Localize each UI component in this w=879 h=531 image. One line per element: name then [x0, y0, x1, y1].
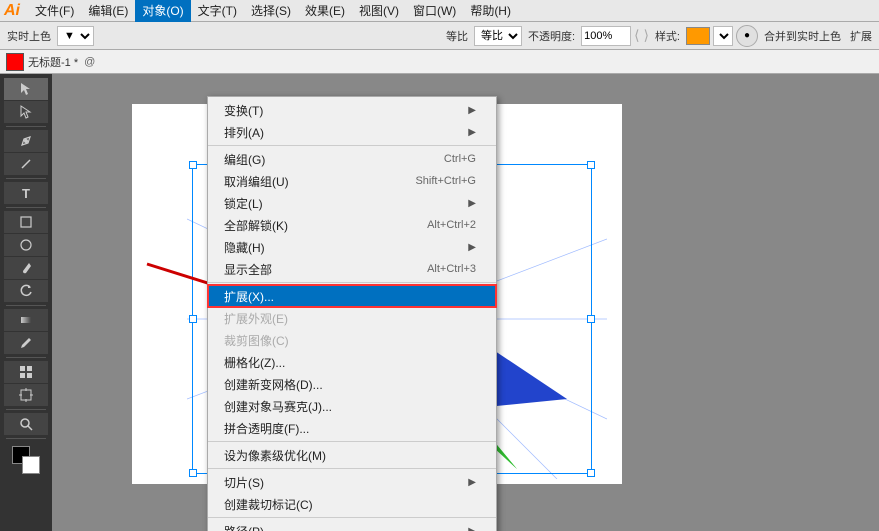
- tool-sep-3: [6, 207, 46, 208]
- rotate-tool-btn[interactable]: [4, 280, 48, 302]
- proportion-label: 等比: [443, 28, 471, 44]
- object-menu: 变换(T) ▶ 排列(A) ▶ 编组(G) Ctrl+G 取消编组(U: [207, 96, 497, 531]
- menu-select[interactable]: 选择(S): [244, 0, 298, 22]
- artboard-tool-btn[interactable]: [4, 384, 48, 406]
- direct-select-btn[interactable]: [4, 101, 48, 123]
- menu-lock[interactable]: 锁定(L) ▶: [208, 192, 496, 214]
- secondary-toolbar: 无标题-1 * @: [0, 50, 879, 74]
- style-label: 样式:: [652, 28, 683, 44]
- menu-ungroup[interactable]: 取消编组(U) Shift+Ctrl+G: [208, 170, 496, 192]
- menu-transform[interactable]: 变换(T) ▶: [208, 99, 496, 121]
- menu-trim-marks[interactable]: 创建裁切标记(C): [208, 493, 496, 515]
- menu-arrange[interactable]: 排列(A) ▶: [208, 121, 496, 143]
- menu-hide[interactable]: 隐藏(H) ▶: [208, 236, 496, 258]
- menu-pixel-perfect[interactable]: 设为像素级优化(M): [208, 444, 496, 466]
- brush-tool-btn[interactable]: [4, 257, 48, 279]
- tool-sep-6: [6, 409, 46, 410]
- eyedropper-tool-btn[interactable]: [4, 332, 48, 354]
- menu-create-mosaic[interactable]: 创建对象马赛克(J)...: [208, 395, 496, 417]
- expand-right-label: 扩展: [847, 28, 875, 44]
- tool-sep-1: [6, 126, 46, 127]
- menu-expand-appearance[interactable]: 扩展外观(E): [208, 307, 496, 329]
- menu-unlock-all[interactable]: 全部解锁(K) Alt+Ctrl+2: [208, 214, 496, 236]
- gradient-tool-btn[interactable]: [4, 309, 48, 331]
- menu-group-3: 扩展(X)... 扩展外观(E) 裁剪图像(C) 栅格化(Z)... 创建新变网…: [208, 283, 496, 442]
- color-label: 实时上色: [4, 28, 54, 44]
- menu-view[interactable]: 视图(V): [352, 0, 406, 22]
- grid-tool-btn[interactable]: [4, 361, 48, 383]
- tab-close[interactable]: @: [84, 56, 95, 68]
- menu-help[interactable]: 帮助(H): [463, 0, 518, 22]
- menu-slice[interactable]: 切片(S) ▶: [208, 471, 496, 493]
- menu-group-1: 变换(T) ▶ 排列(A) ▶: [208, 97, 496, 146]
- menu-rasterize[interactable]: 栅格化(Z)...: [208, 351, 496, 373]
- canvas-area: 变换(T) ▶ 排列(A) ▶ 编组(G) Ctrl+G 取消编组(U: [52, 74, 879, 531]
- color-swatches[interactable]: [12, 446, 40, 474]
- main-toolbar: 实时上色 ▼ 等比 等比 不透明度: ⟨ ⟩ 样式: ▼ ● 合并到实时上色 扩…: [0, 22, 879, 50]
- live-color-swatch[interactable]: [6, 53, 24, 71]
- menu-type[interactable]: 文字(T): [191, 0, 244, 22]
- menu-crop-image[interactable]: 裁剪图像(C): [208, 329, 496, 351]
- ai-logo: Ai: [4, 2, 20, 20]
- menu-create-gradient-mesh[interactable]: 创建新变网格(D)...: [208, 373, 496, 395]
- color-select[interactable]: ▼: [57, 26, 94, 46]
- options-btn[interactable]: ●: [736, 25, 758, 47]
- tool-sep-5: [6, 357, 46, 358]
- menu-file[interactable]: 文件(F): [28, 0, 81, 22]
- tool-sep-2: [6, 178, 46, 179]
- rect-tool-btn[interactable]: [4, 211, 48, 233]
- main-area: T: [0, 74, 879, 531]
- pencil-tool-btn[interactable]: [4, 153, 48, 175]
- proportion-select[interactable]: 等比: [474, 26, 522, 46]
- menu-show-all[interactable]: 显示全部 Alt+Ctrl+3: [208, 258, 496, 280]
- zoom-tool-btn[interactable]: [4, 413, 48, 435]
- ellipse-tool-btn[interactable]: [4, 234, 48, 256]
- file-tab[interactable]: 无标题-1 *: [28, 54, 78, 70]
- menu-effect[interactable]: 效果(E): [298, 0, 352, 22]
- menu-group-4: 设为像素级优化(M): [208, 442, 496, 469]
- menu-group-2: 编组(G) Ctrl+G 取消编组(U) Shift+Ctrl+G 锁定(L) …: [208, 146, 496, 283]
- menu-expand[interactable]: 扩展(X)...: [208, 285, 496, 307]
- expand-label: 合并到实时上色: [761, 28, 844, 44]
- tool-sep-4: [6, 305, 46, 306]
- menu-bar: Ai 文件(F) 编辑(E) 对象(O) 文字(T) 选择(S) 效果(E) 视…: [0, 0, 879, 22]
- style-swatch[interactable]: [686, 27, 710, 45]
- pen-tool-btn[interactable]: [4, 130, 48, 152]
- menu-group-5: 切片(S) ▶ 创建裁切标记(C): [208, 469, 496, 518]
- menu-object[interactable]: 对象(O): [135, 0, 190, 22]
- menu-path[interactable]: 路径(P) ▶: [208, 520, 496, 531]
- tool-sep-7: [6, 438, 46, 439]
- left-toolbar: T: [0, 74, 52, 531]
- select-tool-btn[interactable]: [4, 78, 48, 100]
- menu-group[interactable]: 编组(G) Ctrl+G: [208, 148, 496, 170]
- menu-window[interactable]: 窗口(W): [406, 0, 463, 22]
- menu-edit[interactable]: 编辑(E): [81, 0, 135, 22]
- menu-flatten-transparency[interactable]: 拼合透明度(F)...: [208, 417, 496, 439]
- menu-group-6: 路径(P) ▶ 形状(P) ▶ 图案(E) ▶ 混合(B) ▶: [208, 518, 496, 531]
- opacity-label: 不透明度:: [525, 28, 578, 44]
- opacity-input[interactable]: [581, 26, 631, 46]
- type-tool-btn[interactable]: T: [4, 182, 48, 204]
- style-select[interactable]: ▼: [713, 26, 733, 46]
